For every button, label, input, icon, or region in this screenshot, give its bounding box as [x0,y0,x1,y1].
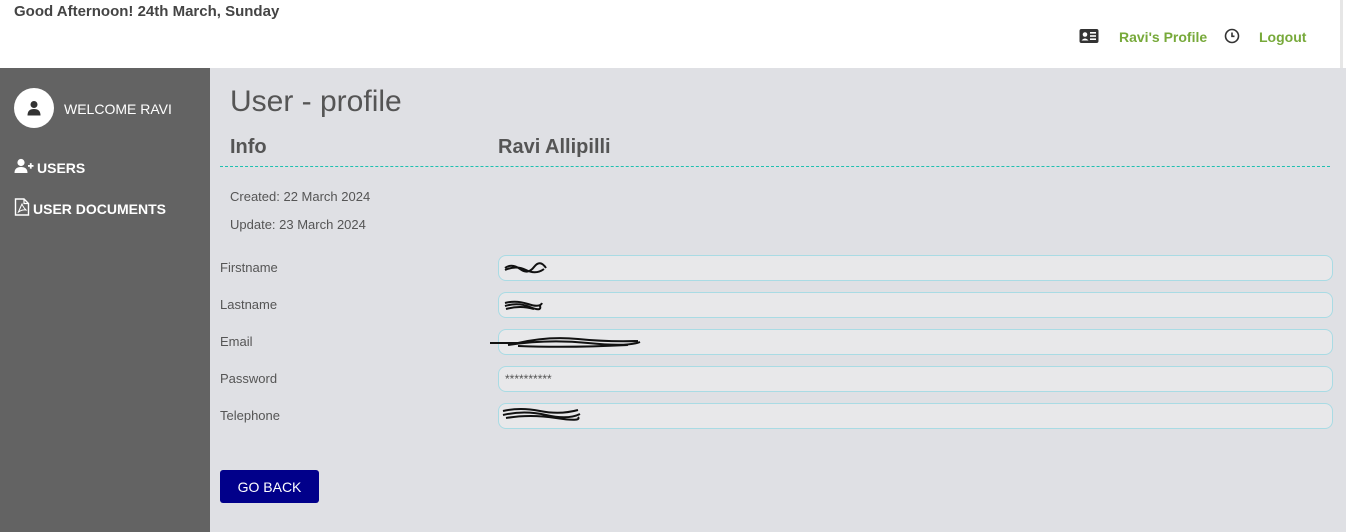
user-icon [27,101,41,116]
sidebar-item-label: USERS [37,159,86,176]
page-title: User - profile [230,85,402,118]
logout-link[interactable]: Logout [1259,29,1306,45]
telephone-label: Telephone [220,408,280,423]
email-field[interactable] [498,329,1333,355]
go-back-button[interactable]: GO BACK [220,470,319,503]
sidebar-item-user-documents[interactable]: USER DOCUMENTS [14,198,166,219]
telephone-field[interactable] [498,403,1333,429]
info-heading: Info [230,136,267,158]
avatar [14,88,54,128]
lastname-label: Lastname [220,297,278,312]
welcome-text: WELCOME RAVI [64,101,172,117]
lastname-field[interactable] [498,292,1333,318]
greeting-text: Good Afternoon! 24th March, Sunday [14,3,280,20]
pdf-file-icon [14,198,33,219]
user-plus-icon [14,158,37,177]
id-card-icon[interactable] [1079,28,1099,49]
user-name-heading: Ravi Allipilli [498,136,611,158]
dashed-divider [220,166,1330,167]
password-field[interactable] [498,366,1333,392]
firstname-field[interactable] [498,255,1333,281]
email-label: Email [220,334,253,349]
top-header: Good Afternoon! 24th March, Sunday Ravi'… [0,0,1343,68]
password-label: Password [220,371,278,386]
profile-link[interactable]: Ravi's Profile [1119,29,1207,45]
sidebar: WELCOME RAVI USERS USER DOCUMENTS [0,68,210,532]
clock-icon[interactable] [1224,28,1240,49]
main-content: User - profile Info Ravi Allipilli Creat… [210,68,1346,532]
created-date: Created: 22 March 2024 [230,189,371,204]
updated-date: Update: 23 March 2024 [230,217,366,232]
sidebar-item-label: USER DOCUMENTS [33,200,167,217]
sidebar-item-users[interactable]: USERS [14,158,85,177]
firstname-label: Firstname [220,260,278,275]
